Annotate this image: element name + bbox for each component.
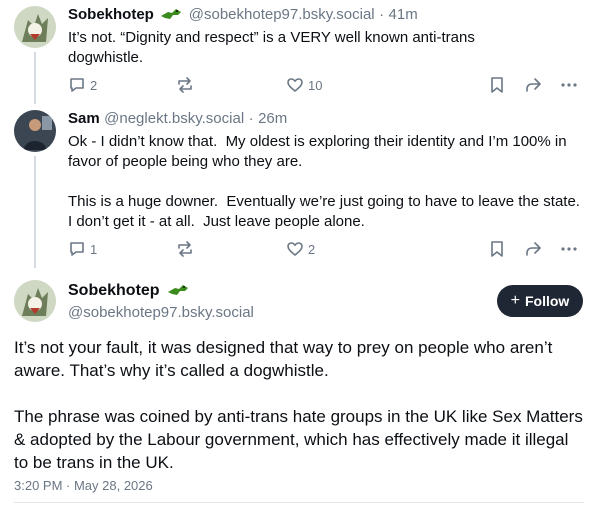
avatar[interactable] [14,6,56,48]
thread-line [34,52,36,104]
repost-button[interactable] [176,240,194,258]
more-options-button[interactable] [560,76,578,94]
ellipsis-icon [561,247,577,251]
thread-line [34,156,36,268]
like-count: 10 [308,77,323,93]
ellipsis-icon [561,83,577,87]
dragon-avatar-icon [14,6,56,48]
post-text: It’s not. “Dignity and respect” is a VER… [68,29,480,66]
main-post-text: It’s not your fault, it was designed tha… [14,338,583,472]
avatar[interactable] [14,280,56,322]
author-name[interactable]: Sobekhotep [68,282,160,299]
post-time[interactable]: 41m [389,6,418,23]
share-button[interactable] [524,240,542,258]
bookmark-button[interactable] [488,240,506,258]
post-header: Sobekhotep @sobekhotep97.bsky.social · 4… [68,6,418,27]
dragon-avatar-icon [14,280,56,322]
more-options-button[interactable] [560,240,578,258]
separator-dot: · [248,110,254,127]
heart-icon [287,78,303,92]
reply-count: 2 [90,77,98,93]
crocodile-icon [167,282,189,303]
repost-button[interactable] [176,76,194,94]
reply-icon [70,242,84,256]
author-handle[interactable]: @sobekhotep97.bsky.social [189,6,375,23]
person-avatar-icon [14,110,56,152]
repost-icon [178,241,192,257]
like-count: 2 [308,241,316,257]
share-icon [526,78,541,92]
author-handle[interactable]: @neglekt.bsky.social [104,110,244,127]
avatar[interactable] [14,110,56,152]
reply-count: 1 [90,241,98,257]
plus-icon: + [510,292,520,309]
post-header: Sam @neglekt.bsky.social · 26m [68,110,287,128]
share-button[interactable] [524,76,542,94]
author-name[interactable]: Sam [68,110,100,127]
bookmark-button[interactable] [488,76,506,94]
author-name[interactable]: Sobekhotep [68,6,154,23]
heart-icon [287,242,303,256]
share-icon [526,242,541,256]
post-text: Ok - I didn’t know that. My oldest is ex… [68,133,580,230]
reply-button[interactable]: 2 [68,76,97,94]
main-author: Sobekhotep [68,282,189,303]
divider [14,502,584,503]
bookmark-icon [491,77,503,93]
post-time[interactable]: 26m [258,110,287,127]
follow-label: Follow [525,293,570,309]
like-button[interactable]: 2 [286,240,315,258]
crocodile-icon [160,6,182,27]
reply-icon [70,78,84,92]
separator-dot: · [379,6,385,23]
post-timestamp[interactable]: 3:20 PM · May 28, 2026 [14,478,153,493]
bookmark-icon [491,241,503,257]
reply-button[interactable]: 1 [68,240,97,258]
author-handle[interactable]: @sobekhotep97.bsky.social [68,304,254,321]
repost-icon [178,77,192,93]
like-button[interactable]: 10 [286,76,322,94]
follow-button[interactable]: + Follow [497,285,583,317]
